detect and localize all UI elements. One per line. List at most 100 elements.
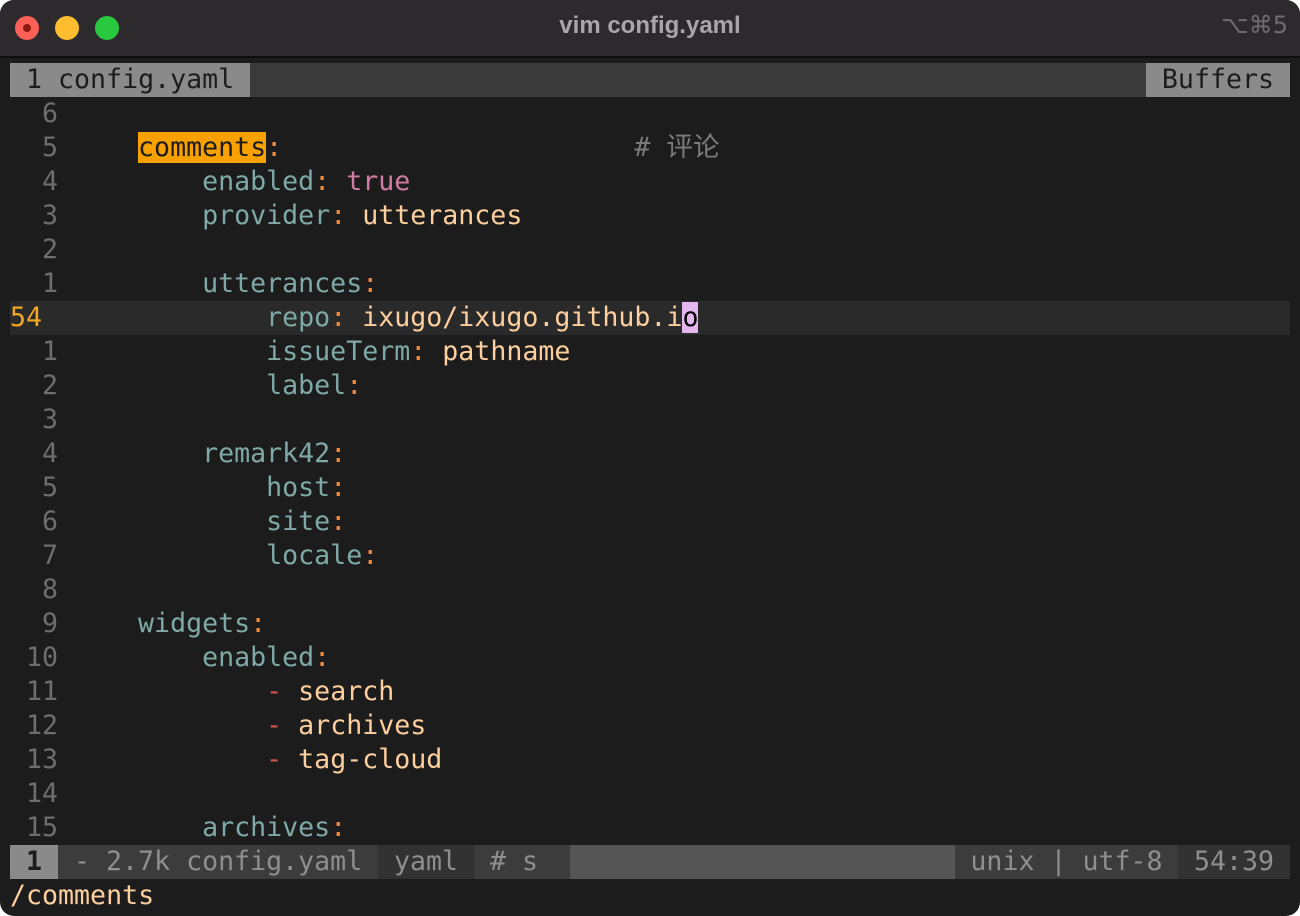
window-shortcut: ⌥⌘5	[1221, 11, 1288, 39]
code-line[interactable]: 6	[10, 97, 1290, 131]
tab-config-yaml[interactable]: 1 config.yaml	[10, 63, 251, 97]
code-token: enabled	[202, 642, 315, 673]
line-number: 13	[25, 744, 58, 775]
line-number: 4	[41, 438, 58, 469]
window-title: vim config.yaml	[559, 12, 741, 39]
code-line[interactable]: 5 comments: # 评论	[10, 131, 1290, 165]
line-number: 3	[41, 200, 58, 231]
code-token: archives	[202, 812, 331, 843]
line-number: 15	[25, 812, 58, 843]
code-line[interactable]: 1 issueTerm: pathname	[10, 335, 1290, 369]
code-line[interactable]: 12 - archives	[10, 709, 1290, 743]
line-number: 5	[41, 132, 58, 163]
code-token: utterances	[362, 200, 523, 231]
line-number: 10	[25, 642, 58, 673]
line-number: 9	[41, 608, 58, 639]
status-line: 1 - 2.7k config.yaml yaml # s unix | utf…	[10, 845, 1290, 879]
line-number: 7	[41, 540, 58, 571]
code-token: utterances	[202, 268, 363, 299]
code-line[interactable]: 10 enabled:	[10, 641, 1290, 675]
code-token: :	[330, 438, 347, 469]
gutter-gap	[58, 641, 74, 675]
code-token: -	[266, 710, 299, 741]
gutter-gap	[58, 743, 74, 777]
code-token: locale	[266, 540, 363, 571]
line-number: 2	[41, 370, 58, 401]
code-token: enabled	[202, 166, 315, 197]
terminal-window: vim config.yaml ⌥⌘5 1 config.yaml Buffer…	[0, 0, 1300, 916]
code-line[interactable]: 2 label:	[10, 369, 1290, 403]
code-token: -	[266, 676, 299, 707]
line-number: 11	[25, 676, 58, 707]
code-line[interactable]: 14	[10, 777, 1290, 811]
code-token: tag-cloud	[298, 744, 443, 775]
gutter-gap	[58, 335, 74, 369]
code-line[interactable]: 15 archives:	[10, 811, 1290, 845]
code-token: :	[346, 370, 363, 401]
code-token: site	[266, 506, 331, 537]
code-line[interactable]: 7 locale:	[10, 539, 1290, 573]
status-extra: # s	[474, 845, 570, 879]
line-number: 12	[25, 710, 58, 741]
gutter-gap	[58, 301, 74, 335]
gutter-gap	[58, 811, 74, 845]
code-line[interactable]: 4 remark42:	[10, 437, 1290, 471]
buffers-label[interactable]: Buffers	[1145, 63, 1290, 97]
status-file-info: - 2.7k config.yaml	[58, 845, 378, 879]
code-token: repo	[266, 302, 331, 333]
code-line[interactable]: 4 enabled: true	[10, 165, 1290, 199]
line-number: 3	[41, 404, 58, 435]
current-line[interactable]: 54 repo: ixugo/ixugo.github.io	[10, 301, 1290, 335]
code-line[interactable]: 8	[10, 573, 1290, 607]
gutter-gap	[58, 131, 74, 165]
code-token: :	[330, 472, 347, 503]
code-line[interactable]: 11 - search	[10, 675, 1290, 709]
gutter-gap	[58, 97, 74, 131]
code-token: widgets	[138, 608, 251, 639]
code-token: -	[266, 744, 299, 775]
code-line[interactable]: 9 widgets:	[10, 607, 1290, 641]
code-line[interactable]: 13 - tag-cloud	[10, 743, 1290, 777]
status-encoding: unix | utf-8	[955, 845, 1178, 879]
gutter-gap	[58, 777, 74, 811]
code-line[interactable]: 6 site:	[10, 505, 1290, 539]
code-token: provider	[202, 200, 331, 231]
code-token: :	[330, 302, 363, 333]
line-number: 8	[41, 574, 58, 605]
editor-buffer[interactable]: 6 5 comments: # 评论 4 enabled: true 3 provi…	[10, 97, 1290, 845]
code-line[interactable]: 1 utterances:	[10, 267, 1290, 301]
line-number: 6	[41, 506, 58, 537]
code-token: :	[330, 200, 363, 231]
code-token: :	[314, 642, 331, 673]
command-line[interactable]: /comments	[10, 879, 154, 913]
status-position: 54:39	[1178, 845, 1290, 879]
gutter-gap	[58, 403, 74, 437]
code-line[interactable]: 3 provider: utterances	[10, 199, 1290, 233]
code-token: :	[250, 608, 267, 639]
code-line[interactable]: 3	[10, 403, 1290, 437]
code-line[interactable]: 2	[10, 233, 1290, 267]
gutter-gap	[58, 505, 74, 539]
line-number: 1	[41, 268, 58, 299]
status-buffer-number: 1	[10, 845, 58, 879]
code-token: :	[410, 336, 443, 367]
search-match: comments	[138, 132, 267, 163]
code-line[interactable]: 5 host:	[10, 471, 1290, 505]
gutter-gap	[58, 471, 74, 505]
code-token: :	[330, 506, 347, 537]
code-token: pathname	[442, 336, 571, 367]
code-token: :	[314, 166, 347, 197]
line-number: 4	[41, 166, 58, 197]
code-token: :	[266, 132, 283, 163]
